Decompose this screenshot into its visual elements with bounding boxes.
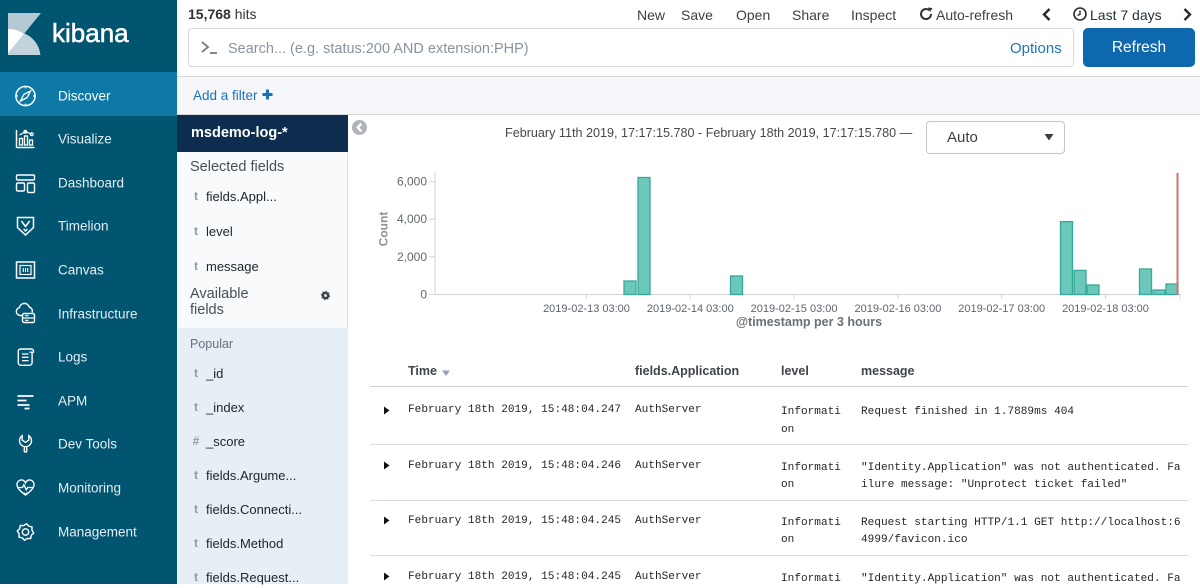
svg-text:4,000: 4,000 (397, 212, 427, 226)
svg-text:6,000: 6,000 (397, 175, 427, 189)
svg-text:2019-02-14 03:00: 2019-02-14 03:00 (647, 303, 734, 315)
svg-text:0: 0 (420, 287, 427, 301)
svg-text:2,000: 2,000 (397, 250, 427, 264)
svg-text:2019-02-13 03:00: 2019-02-13 03:00 (543, 303, 630, 315)
svg-text:2019-02-17 03:00: 2019-02-17 03:00 (958, 303, 1045, 315)
svg-text:2019-02-15 03:00: 2019-02-15 03:00 (751, 303, 838, 315)
svg-text:2019-02-16 03:00: 2019-02-16 03:00 (854, 303, 941, 315)
svg-text:2019-02-18 03:00: 2019-02-18 03:00 (1062, 303, 1149, 315)
